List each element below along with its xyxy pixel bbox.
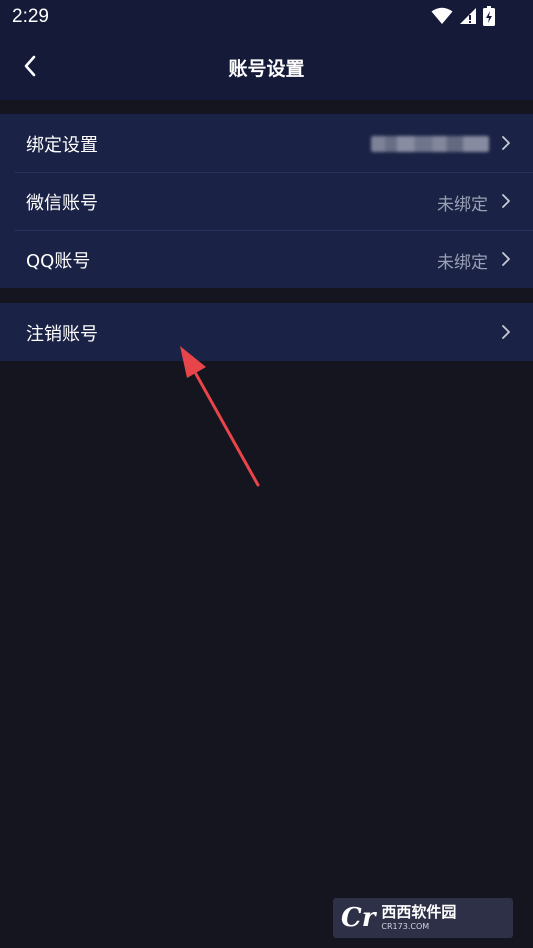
cancel-account-row[interactable]: 注销账号 [0,303,533,361]
wechat-account-status: 未绑定 [437,195,488,215]
cancel-account-label: 注销账号 [26,324,98,345]
status-bar: 2:29 [0,0,533,36]
account-binding-group: 绑定设置 微信账号 未绑定 QQ账号 未绑定 [0,114,533,288]
header: 2:29 账号设置 [0,0,533,100]
chevron-right-icon [499,135,513,151]
wechat-account-row[interactable]: 微信账号 未绑定 [0,172,533,230]
status-icons [431,6,495,30]
wifi-icon [431,7,453,29]
nav-bar: 账号设置 [0,36,533,100]
battery-charging-icon [483,6,495,30]
binding-settings-row[interactable]: 绑定设置 [0,114,533,172]
signal-icon [459,7,477,29]
qq-account-row[interactable]: QQ账号 未绑定 [0,230,533,288]
account-cancel-group: 注销账号 [0,303,533,361]
chevron-right-icon [499,193,513,209]
pixelated-phone-value [371,136,489,152]
watermark-logo: Cr [341,903,376,933]
wechat-account-label: 微信账号 [26,193,98,214]
chevron-right-icon [499,324,513,340]
watermark-site-name: 西西软件园 [381,903,457,921]
site-watermark: Cr 西西软件园 CR173.COM [333,898,513,938]
qq-account-status: 未绑定 [437,253,488,273]
watermark-url: CR173.COM [381,922,430,931]
watermark-text: 西西软件园 CR173.COM [381,905,456,931]
page-title: 账号设置 [228,58,305,80]
qq-account-label: QQ账号 [26,251,91,272]
chevron-right-icon [499,251,513,267]
status-time: 2:29 [12,6,49,27]
binding-settings-label: 绑定设置 [26,135,98,156]
